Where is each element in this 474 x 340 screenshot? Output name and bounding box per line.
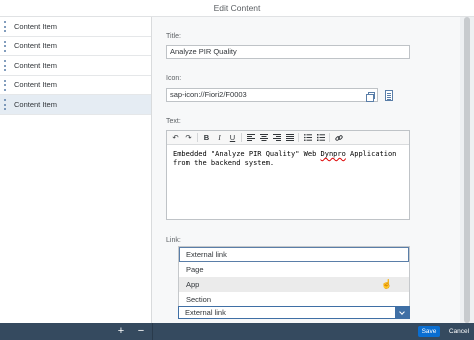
redo-icon[interactable]: ↷	[182, 132, 195, 144]
align-right-icon[interactable]	[270, 132, 283, 144]
toolbar-divider	[298, 133, 299, 142]
underline-button[interactable]: U	[226, 132, 239, 144]
cancel-button[interactable]: Cancel	[445, 326, 473, 337]
editor-text-part: Embedded "Analyze PIR Quality" Web	[173, 150, 321, 158]
drag-handle-icon[interactable]	[4, 79, 6, 91]
save-button[interactable]: Save	[418, 326, 440, 337]
numbered-list-icon[interactable]	[314, 132, 327, 144]
drag-handle-icon[interactable]	[4, 21, 6, 32]
chevron-down-icon[interactable]	[395, 307, 409, 318]
list-item[interactable]: Content Item	[0, 17, 151, 37]
align-center-icon[interactable]	[257, 132, 270, 144]
toolbar-divider	[241, 133, 242, 142]
list-item-label: Content Item	[14, 41, 57, 51]
list-item-label: Content Item	[14, 21, 57, 31]
list-item-label: Content Item	[14, 99, 57, 109]
editor-toolbar: ↶ ↷ B I U	[167, 131, 409, 145]
align-left-icon[interactable]	[244, 132, 257, 144]
toolbar-divider	[329, 133, 330, 142]
add-item-button[interactable]: +	[114, 325, 128, 338]
dropdown-option-external-link[interactable]: External link	[179, 247, 409, 262]
dropdown-option-section[interactable]: Section	[179, 292, 409, 307]
title-label: Title:	[166, 33, 181, 40]
align-justify-icon[interactable]	[283, 132, 296, 144]
drag-handle-icon[interactable]	[4, 40, 6, 52]
bold-button[interactable]: B	[200, 132, 213, 144]
italic-button[interactable]: I	[213, 132, 226, 144]
list-item[interactable]: Content Item	[0, 76, 151, 95]
toolbar-divider	[197, 133, 198, 142]
icon-label: Icon:	[166, 75, 182, 82]
undo-icon[interactable]: ↶	[169, 132, 182, 144]
remove-item-button[interactable]: −	[134, 325, 148, 338]
icon-picker-icon[interactable]	[384, 88, 394, 102]
mouse-pointer-icon: ☝	[381, 279, 393, 289]
vertical-scrollbar[interactable]	[460, 17, 474, 323]
list-item[interactable]: Content Item	[0, 56, 151, 76]
content-item-list: Content Item Content Item Content Item C…	[0, 17, 152, 323]
drag-handle-icon[interactable]	[4, 60, 6, 71]
select-value: External link	[185, 308, 226, 317]
list-item[interactable]: Content Item	[0, 37, 151, 56]
dialog-footer: Save Cancel	[152, 323, 474, 340]
list-item-label: Content Item	[14, 60, 57, 70]
drag-handle-icon[interactable]	[4, 99, 6, 110]
list-footer: + −	[0, 323, 152, 340]
link-icon[interactable]	[332, 132, 345, 144]
dialog-title: Edit Content	[0, 0, 474, 17]
rich-text-editor[interactable]: ↶ ↷ B I U Embedded "Analyze PIR Quality"…	[166, 130, 410, 220]
list-item-label: Content Item	[14, 80, 57, 90]
copy-icon[interactable]	[365, 91, 375, 102]
dropdown-option-page[interactable]: Page	[179, 262, 409, 277]
editor-content[interactable]: Embedded "Analyze PIR Quality" Web Dynpr…	[167, 145, 409, 173]
title-input[interactable]: Analyze PIR Quality	[166, 45, 410, 59]
link-type-select[interactable]: External link	[178, 306, 410, 319]
misspelled-word: Dynpro	[320, 150, 346, 158]
icon-input[interactable]: sap-icon://Fiori2/F0003	[166, 88, 378, 102]
link-type-dropdown-list: External link Page App Section	[178, 246, 410, 307]
dropdown-option-app[interactable]: App	[179, 277, 409, 292]
bullet-list-icon[interactable]	[301, 132, 314, 144]
link-label: Link:	[166, 237, 181, 244]
list-item-selected[interactable]: Content Item	[0, 95, 151, 115]
scrollbar-thumb[interactable]	[464, 17, 470, 323]
text-label: Text:	[166, 118, 181, 125]
